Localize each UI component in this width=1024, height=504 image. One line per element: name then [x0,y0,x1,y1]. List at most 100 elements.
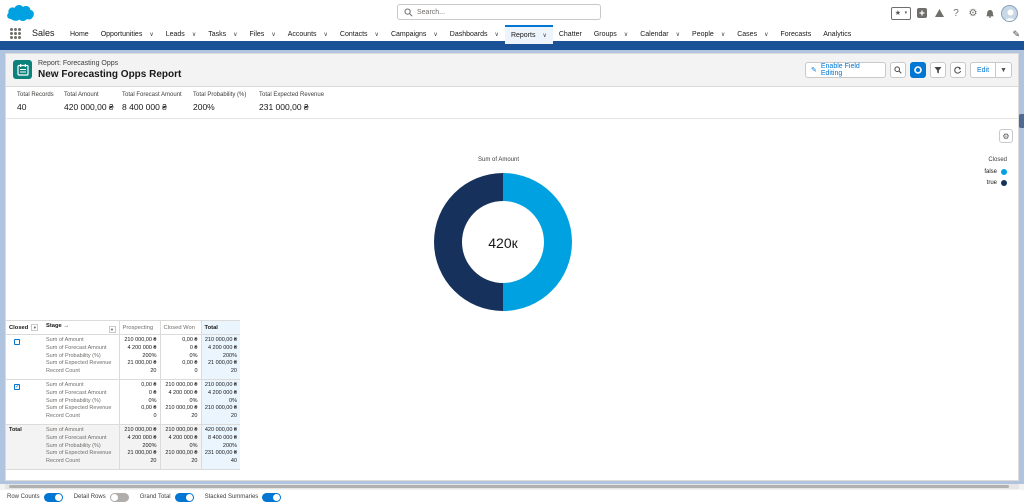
toggle-label: Detail Rows [73,494,106,500]
chevron-down-icon[interactable]: ∨ [271,31,275,38]
cell-value: 210 000,00 ₴ [204,405,237,412]
cell-value: 0 ₴ [189,344,198,351]
closed-column-header[interactable]: Closed ▼ [6,320,43,335]
chevron-down-icon[interactable]: ∨ [721,31,725,38]
filter-button[interactable] [930,62,946,78]
nav-tab-forecasts[interactable]: Forecasts [774,25,817,44]
gear-icon[interactable]: ⚙ [967,7,979,19]
table-row: Sum of AmountSum of Forecast AmountSum o… [6,379,240,425]
notifications-bell-icon[interactable] [984,7,996,19]
help-icon[interactable]: ? [950,7,962,19]
closed-won-column-header[interactable]: Closed Won [159,320,201,335]
utility-side-tab[interactable] [1019,114,1024,128]
chevron-down-icon[interactable]: ∨ [495,31,499,38]
cell-value: 210 000,00 ₴ [124,337,157,343]
nav-tab-reports[interactable]: Reports ∨ [504,25,553,44]
report-icon [13,60,32,79]
chevron-down-icon[interactable]: ∨ [324,31,328,38]
chevron-down-icon[interactable]: ∨ [375,31,379,38]
metric-label: Sum of Amount [46,381,84,388]
nav-tab-accounts[interactable]: Accounts ∨ [282,25,334,44]
nav-tab-label: Forecasts [780,31,812,38]
trailhead-icon[interactable] [933,7,945,19]
closed-checkbox[interactable] [14,383,20,390]
nav-tab-analytics[interactable]: Analytics [817,25,857,44]
cell-value: 20 [230,368,237,375]
summary-value: 8 400 000 ₴ [122,102,167,112]
global-search-input[interactable]: Search... [397,4,601,20]
app-launcher-icon[interactable] [10,28,21,39]
chevron-down-icon[interactable]: ∨ [192,31,196,38]
metric-labels-cell: Sum of Amount Sum of Forecast Amount Sum o… [43,334,119,380]
chevron-down-icon[interactable]: ▼ [31,323,39,331]
refresh-button[interactable] [950,62,966,78]
toggle-detail-rows[interactable]: Detail Rows [73,492,129,502]
nav-tab-campaigns[interactable]: Campaigns ∨ [385,25,444,44]
toggle-switch[interactable] [174,492,194,502]
metric-label: Sum of Probability (%) [46,442,101,449]
cell-value: 8 400 000 ₴ [207,434,237,441]
nav-tab-dashboards[interactable]: Dashboards ∨ [444,25,505,44]
nav-tab-home[interactable]: Home [64,25,95,44]
cell-value: 210 000,00 ₴ [204,381,237,388]
prospecting-column-header[interactable]: Prospecting [118,320,160,335]
chevron-down-icon[interactable]: ∨ [233,31,237,38]
closed-checkbox[interactable] [14,339,20,345]
toggle-switch[interactable] [43,492,63,502]
metric-label: Sum of Probability (%) [46,397,101,404]
toggle-row-counts[interactable]: Row Counts [7,492,63,502]
chevron-down-icon[interactable]: ∨ [433,31,437,38]
edit-nav-pencil-icon[interactable]: ✎ [1012,29,1020,40]
nav-tab-cases[interactable]: Cases ∨ [731,25,774,44]
metric-label: Sum of Amount [46,337,84,343]
legend-item-false[interactable]: false [984,169,1007,175]
arrow-right-icon: → [63,322,70,329]
prospecting-values-cell: 210 000,00 ₴ 4 200 000 ₴ 200% 21 000,00 ₴ 20 [118,424,160,470]
cell-value: 210 000,00 ₴ [165,405,198,412]
favorites-button[interactable]: ★ ▾ [891,6,911,20]
chevron-down-icon[interactable]: ∨ [149,31,153,38]
salesforce-cloud-logo[interactable] [6,3,35,23]
edit-report-button[interactable]: Edit [970,62,996,78]
toggle-switch[interactable] [109,492,129,502]
nav-tab-leads[interactable]: Leads ∨ [160,25,202,44]
nav-tab-contacts[interactable]: Contacts ∨ [334,25,385,44]
total-row-label: Total [9,426,22,433]
legend-swatch [1001,169,1007,175]
chevron-down-icon[interactable]: ∨ [624,31,628,38]
chevron-down-icon[interactable]: ∨ [764,31,768,38]
stage-column-header[interactable]: Stage → ▼ [43,320,119,335]
chevron-down-icon[interactable]: ▼ [108,325,116,333]
toggle-switch[interactable] [262,492,282,502]
avatar[interactable] [1001,4,1018,22]
cell-value: 200% [142,352,157,359]
search-report-button[interactable] [890,62,906,78]
scrollbar-thumb[interactable] [9,485,1009,488]
more-actions-dropdown[interactable]: ▼ [996,62,1012,78]
cell-value: 4 200 000 ₴ [168,389,198,396]
enable-field-editing-button[interactable]: ✎ Enable Field Editing [805,62,886,78]
cell-value: 420 000,00 ₴ [204,426,237,433]
nav-tab-calendar[interactable]: Calendar ∨ [634,25,686,44]
chevron-down-icon[interactable]: ∨ [542,32,546,39]
nav-tab-groups[interactable]: Groups ∨ [588,25,634,44]
nav-tab-files[interactable]: Files ∨ [244,25,282,44]
prospecting-values-cell: 0,00 ₴ 0 ₴ 0% 0,00 ₴ 0 [118,379,160,425]
cell-value: 200% [142,442,157,449]
nav-tab-people[interactable]: People ∨ [686,25,731,44]
toggle-chart-button[interactable] [910,62,926,78]
toggle-grand-total[interactable]: Grand Total [140,492,194,502]
toggle-stacked-summaries[interactable]: Stacked Summaries [205,492,282,502]
horizontal-scrollbar[interactable] [5,484,1019,489]
cell-value: 21 000,00 ₴ [127,450,157,457]
nav-tab-opportunities[interactable]: Opportunities ∨ [95,25,160,44]
global-actions-icon[interactable] [916,7,928,19]
legend-label: false [984,169,997,175]
summary-item: Total Probability (%) 200% [193,92,246,112]
nav-tab-chatter[interactable]: Chatter [553,25,588,44]
search-icon [404,8,413,17]
nav-tab-tasks[interactable]: Tasks ∨ [202,25,243,44]
legend-item-true[interactable]: true [987,180,1007,186]
chevron-down-icon[interactable]: ∨ [676,31,680,38]
chart-settings-gear-icon[interactable]: ⚙ [999,129,1013,143]
